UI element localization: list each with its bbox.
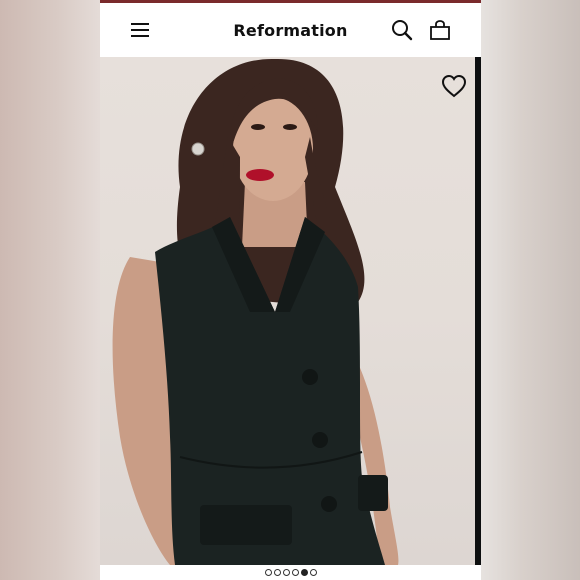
carousel-dot[interactable] (282, 569, 290, 576)
site-header: Reformation (100, 3, 481, 57)
shopping-bag-icon[interactable] (426, 16, 454, 44)
brand-logo[interactable]: Reformation (233, 21, 347, 40)
carousel-dot[interactable] (309, 569, 317, 576)
carousel-dot[interactable] (291, 569, 299, 576)
carousel-dot-active[interactable] (300, 569, 308, 576)
search-icon[interactable] (388, 16, 416, 44)
heart-icon[interactable] (441, 74, 467, 98)
product-image[interactable] (100, 57, 481, 565)
hamburger-menu-icon[interactable] (126, 16, 154, 44)
image-edge-shadow (475, 57, 481, 565)
model-photo-illustration (112, 58, 399, 565)
phone-screen: Reformation (100, 0, 481, 580)
carousel-indicator (100, 565, 481, 580)
carousel-dot[interactable] (273, 569, 281, 576)
carousel-dot[interactable] (264, 569, 272, 576)
